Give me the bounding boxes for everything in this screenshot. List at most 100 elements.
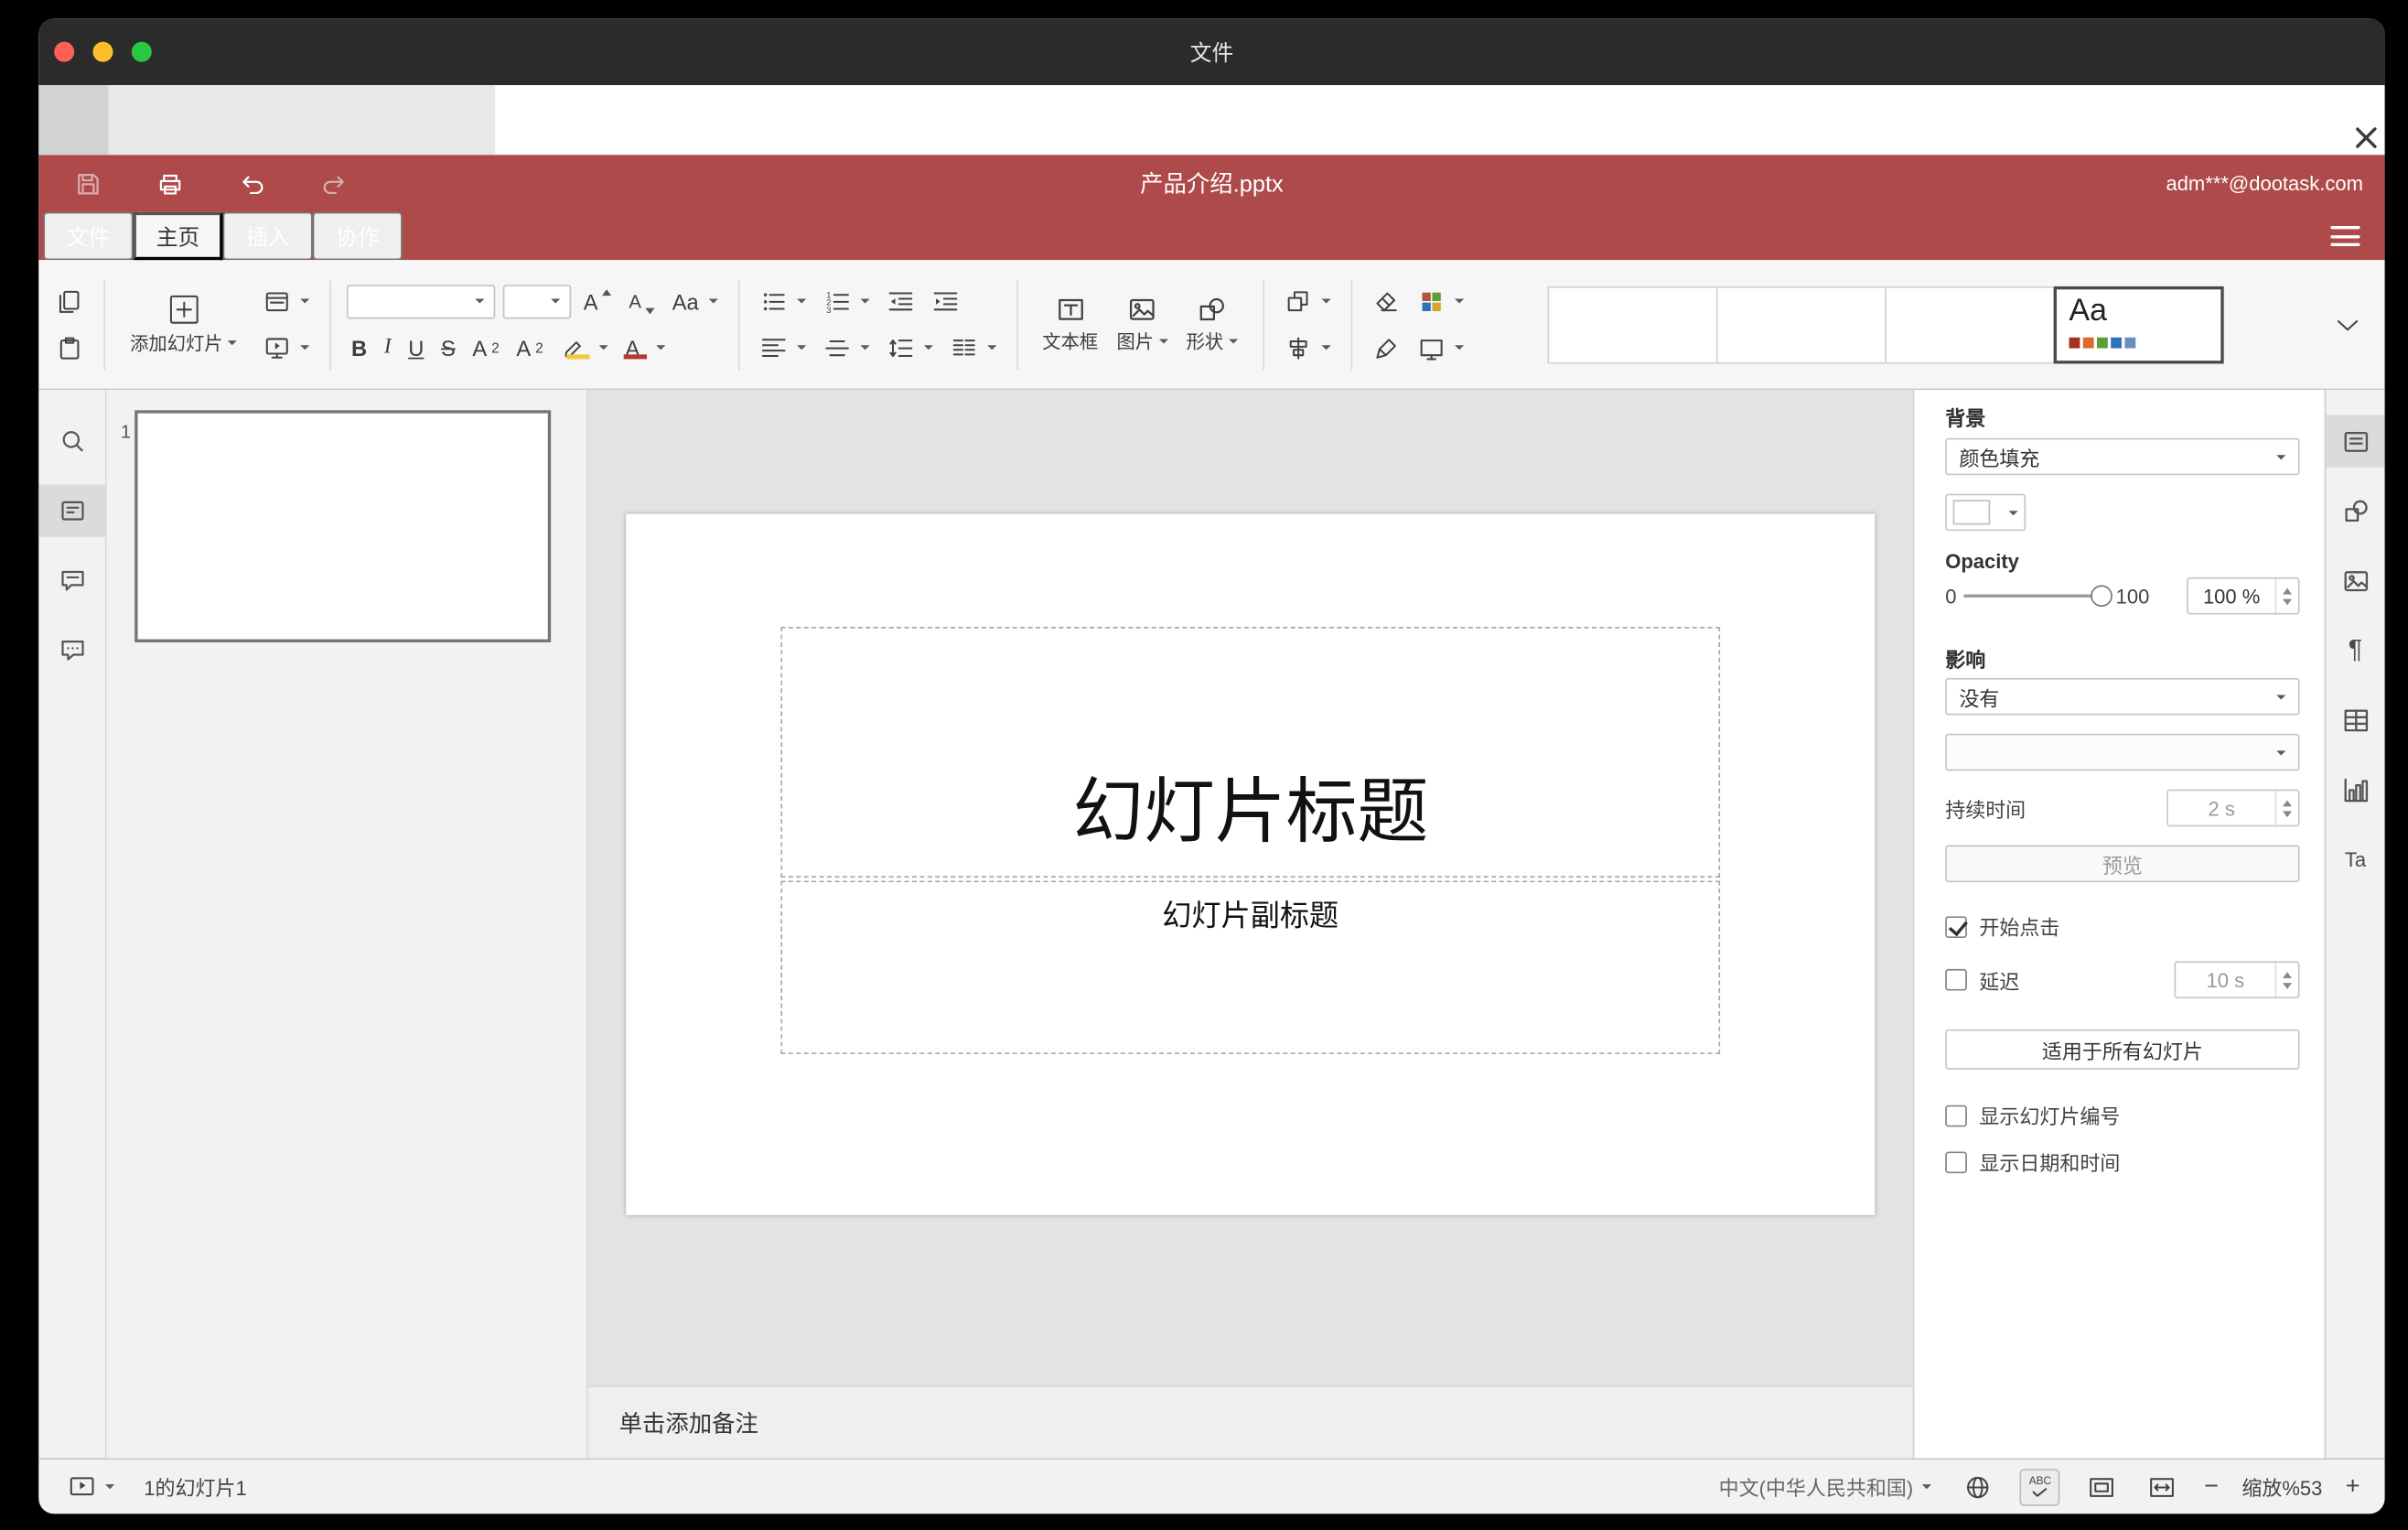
- set-language-button[interactable]: [1960, 1468, 1997, 1505]
- tab-file[interactable]: 文件: [43, 211, 134, 261]
- tab-collaboration[interactable]: 协作: [312, 211, 403, 261]
- theme-option-selected[interactable]: Aa: [2053, 286, 2224, 363]
- slide[interactable]: 幻灯片标题 幻灯片副标题: [626, 513, 1876, 1215]
- paste-button[interactable]: [51, 329, 89, 366]
- spellcheck-button[interactable]: ABC: [2019, 1468, 2060, 1505]
- effect-type-select[interactable]: [1945, 733, 2300, 771]
- spinner-up-icon[interactable]: [2282, 971, 2293, 978]
- italic-button[interactable]: I: [380, 329, 396, 366]
- text-art-settings-button[interactable]: Ta: [2326, 833, 2384, 886]
- insert-shape-button[interactable]: 形状: [1177, 281, 1246, 368]
- duration-spinner[interactable]: 2 s: [2166, 789, 2300, 827]
- print-button[interactable]: [152, 165, 189, 202]
- chart-settings-button[interactable]: [2326, 763, 2384, 816]
- show-date-time-checkbox[interactable]: [1945, 1150, 1967, 1173]
- decrease-indent-button[interactable]: [881, 283, 919, 320]
- opacity-slider[interactable]: [1963, 585, 2113, 608]
- language-selector[interactable]: 中文(中华人民共和国): [1715, 1468, 1937, 1505]
- paragraph-settings-button[interactable]: ¶: [2326, 624, 2384, 677]
- increase-indent-button[interactable]: [926, 283, 963, 320]
- add-slide-button[interactable]: 添加幻灯片: [121, 281, 246, 368]
- fit-width-button[interactable]: [2144, 1468, 2181, 1505]
- image-settings-button[interactable]: [2326, 555, 2384, 608]
- color-scheme-button[interactable]: [1413, 283, 1468, 320]
- menu-button[interactable]: [2330, 225, 2360, 246]
- highlight-color-button[interactable]: [555, 329, 613, 366]
- minimize-window-button[interactable]: [92, 41, 113, 62]
- increase-font-button[interactable]: A: [579, 283, 617, 320]
- copy-button[interactable]: [51, 283, 89, 320]
- close-dialog-button[interactable]: [2332, 103, 2366, 137]
- tab-home[interactable]: 主页: [133, 211, 223, 261]
- spinner-down-icon[interactable]: [2282, 810, 2293, 817]
- spinner-up-icon[interactable]: [2282, 799, 2293, 806]
- spinner-up-icon[interactable]: [2282, 587, 2293, 594]
- zoom-out-button[interactable]: −: [2204, 1473, 2219, 1499]
- spinner-down-icon[interactable]: [2282, 982, 2293, 989]
- decrease-font-button[interactable]: A: [624, 283, 660, 320]
- notes-area[interactable]: 单击添加备注: [587, 1385, 1913, 1459]
- strikethrough-button[interactable]: S: [436, 329, 460, 366]
- insert-image-button[interactable]: 图片: [1107, 281, 1177, 368]
- delay-checkbox[interactable]: [1945, 968, 1967, 991]
- save-icon: [78, 173, 99, 194]
- arrange-shape-button[interactable]: [1279, 283, 1335, 320]
- zoom-in-button[interactable]: +: [2346, 1473, 2360, 1499]
- superscript-button[interactable]: A2: [468, 329, 504, 366]
- insert-textbox-button[interactable]: 文本框: [1033, 281, 1107, 368]
- apply-to-all-slides-button[interactable]: 适用于所有幻灯片: [1945, 1029, 2300, 1070]
- tab-insert[interactable]: 插入: [222, 211, 313, 261]
- font-name-combo[interactable]: [346, 284, 496, 318]
- slide-layout-button[interactable]: [259, 283, 315, 320]
- preview-button[interactable]: 预览: [1945, 845, 2300, 883]
- slides-panel-button[interactable]: [38, 484, 106, 537]
- font-color-button[interactable]: A: [620, 329, 671, 366]
- chat-panel-button[interactable]: [38, 624, 105, 677]
- underline-button[interactable]: U: [403, 329, 428, 366]
- spinner-down-icon[interactable]: [2282, 598, 2293, 605]
- undo-button[interactable]: [233, 165, 271, 202]
- slide-size-button[interactable]: [1413, 329, 1468, 366]
- theme-gallery-expand-button[interactable]: [2335, 317, 2360, 332]
- save-button[interactable]: [70, 165, 107, 202]
- bullets-button[interactable]: [755, 283, 811, 320]
- start-on-click-checkbox[interactable]: [1945, 915, 1967, 938]
- horizontal-align-button[interactable]: [755, 329, 811, 366]
- redo-button[interactable]: [316, 165, 353, 202]
- theme-option[interactable]: [1885, 286, 2056, 363]
- effect-select[interactable]: 没有: [1945, 677, 2300, 716]
- line-spacing-button[interactable]: [881, 329, 937, 366]
- show-slide-number-checkbox[interactable]: [1945, 1104, 1967, 1126]
- subtitle-placeholder[interactable]: 幻灯片副标题: [780, 880, 1721, 1054]
- comments-panel-button[interactable]: [38, 555, 105, 608]
- start-slideshow-status-button[interactable]: [63, 1468, 119, 1505]
- delay-spinner[interactable]: 10 s: [2174, 961, 2300, 999]
- subscript-button[interactable]: A2: [511, 329, 548, 366]
- fill-color-picker[interactable]: [1945, 493, 2026, 532]
- opacity-slider-knob[interactable]: [2091, 585, 2113, 608]
- fit-slide-button[interactable]: [2083, 1468, 2121, 1505]
- align-shape-button[interactable]: [1279, 329, 1335, 366]
- fill-type-select[interactable]: 颜色填充: [1945, 437, 2300, 476]
- change-case-button[interactable]: Aa: [668, 283, 722, 320]
- copy-style-button[interactable]: [1368, 329, 1405, 366]
- vertical-align-button[interactable]: [818, 329, 874, 366]
- search-panel-button[interactable]: [38, 415, 105, 468]
- bold-button[interactable]: B: [347, 329, 371, 366]
- clear-style-button[interactable]: [1368, 283, 1405, 320]
- theme-option[interactable]: [1715, 286, 1887, 363]
- font-size-combo[interactable]: [502, 284, 572, 318]
- slide-settings-button[interactable]: [2326, 415, 2385, 468]
- table-settings-button[interactable]: [2326, 694, 2384, 747]
- close-window-button[interactable]: [54, 41, 75, 62]
- start-slideshow-button[interactable]: [259, 329, 315, 366]
- shape-settings-button[interactable]: [2326, 484, 2384, 537]
- theme-option[interactable]: [1547, 286, 1718, 363]
- opacity-spinner[interactable]: 100 %: [2187, 576, 2300, 615]
- title-placeholder[interactable]: 幻灯片标题: [780, 627, 1721, 878]
- columns-button[interactable]: [945, 329, 1001, 366]
- slide-thumbnail[interactable]: [134, 410, 552, 642]
- slide-canvas[interactable]: 幻灯片标题 幻灯片副标题: [587, 390, 1913, 1385]
- numbering-button[interactable]: 1 2 3: [818, 283, 874, 320]
- zoom-window-button[interactable]: [131, 41, 152, 62]
